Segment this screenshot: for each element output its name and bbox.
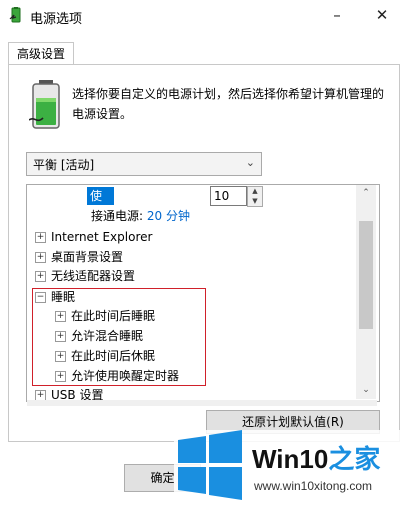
watermark-url: www.win10xitong.com — [253, 479, 372, 493]
vertical-scrollbar[interactable]: ⌃ ⌄ — [356, 185, 376, 399]
scroll-thumb[interactable] — [359, 221, 373, 329]
chevron-down-icon: ⌄ — [245, 156, 255, 169]
minimize-icon: – — [333, 6, 341, 24]
title-bar: 电源选项 – ✕ — [0, 0, 406, 32]
spin-down-icon[interactable]: ▼ — [248, 197, 262, 206]
expand-icon[interactable]: + — [55, 371, 66, 382]
spin-up-icon[interactable]: ▲ — [248, 187, 262, 196]
plan-description: 选择你要自定义的电源计划，然后选择你希望计算机管理的电源设置。 — [72, 87, 385, 121]
scroll-down-icon[interactable]: ⌄ — [356, 382, 376, 399]
battery-setting-label: 使用电池(分钟): — [87, 187, 114, 293]
expand-icon[interactable]: + — [35, 252, 46, 263]
battery-power-icon — [9, 7, 21, 23]
tree-item-label: 在此时间后休眠 — [71, 349, 156, 363]
collapse-icon[interactable]: − — [35, 292, 46, 303]
tab-advanced-settings[interactable]: 高级设置 — [8, 42, 74, 65]
tree-item-label: 在此时间后睡眠 — [71, 309, 156, 323]
tree-item-label: 无线适配器设置 — [51, 269, 136, 283]
settings-tree[interactable]: 使用电池(分钟): 10 ▲ ▼ 接通电源: 20 分钟 + Internet … — [26, 184, 380, 402]
expand-icon[interactable]: + — [55, 331, 66, 342]
scroll-up-icon[interactable]: ⌃ — [356, 185, 376, 202]
watermark-brand-suffix: 之家 — [328, 444, 380, 474]
battery-power-icon — [29, 80, 60, 129]
close-button[interactable]: ✕ — [370, 4, 394, 26]
watermark: Win10之家 www.win10xitong.com — [174, 430, 406, 505]
plugged-in-value[interactable]: 20 分钟 — [147, 209, 190, 223]
battery-minutes-input[interactable]: 10 — [210, 186, 247, 206]
tree-item-label: 桌面背景设置 — [51, 250, 124, 264]
tab-strip: 高级设置 — [0, 38, 406, 66]
minimize-button[interactable]: – — [325, 4, 349, 26]
tree-item-label: 允许使用唤醒定时器 — [71, 369, 180, 383]
horizontal-scrollbar[interactable] — [27, 400, 377, 406]
expand-icon[interactable]: + — [55, 311, 66, 322]
expand-icon[interactable]: + — [35, 232, 46, 243]
plugged-in-setting: 接通电源: 20 分钟 — [91, 206, 190, 226]
tree-item-label: 睡眠 — [51, 290, 76, 304]
svg-text:Win10之家: Win10之家 — [252, 444, 380, 474]
close-icon: ✕ — [375, 6, 389, 24]
tree-item-label: 允许混合睡眠 — [71, 329, 144, 343]
window-title: 电源选项 — [30, 12, 83, 27]
expand-icon[interactable]: + — [55, 351, 66, 362]
tree-item-label: Internet Explorer — [51, 230, 153, 244]
power-plan-select[interactable]: 平衡 [活动] ⌄ — [26, 152, 262, 176]
battery-minutes-spinner[interactable]: ▲ ▼ — [247, 186, 263, 207]
plugged-in-label: 接通电源: — [91, 209, 144, 223]
power-plan-value: 平衡 [活动] — [33, 158, 95, 172]
expand-icon[interactable]: + — [35, 271, 46, 282]
watermark-brand: Win10 — [252, 444, 328, 474]
